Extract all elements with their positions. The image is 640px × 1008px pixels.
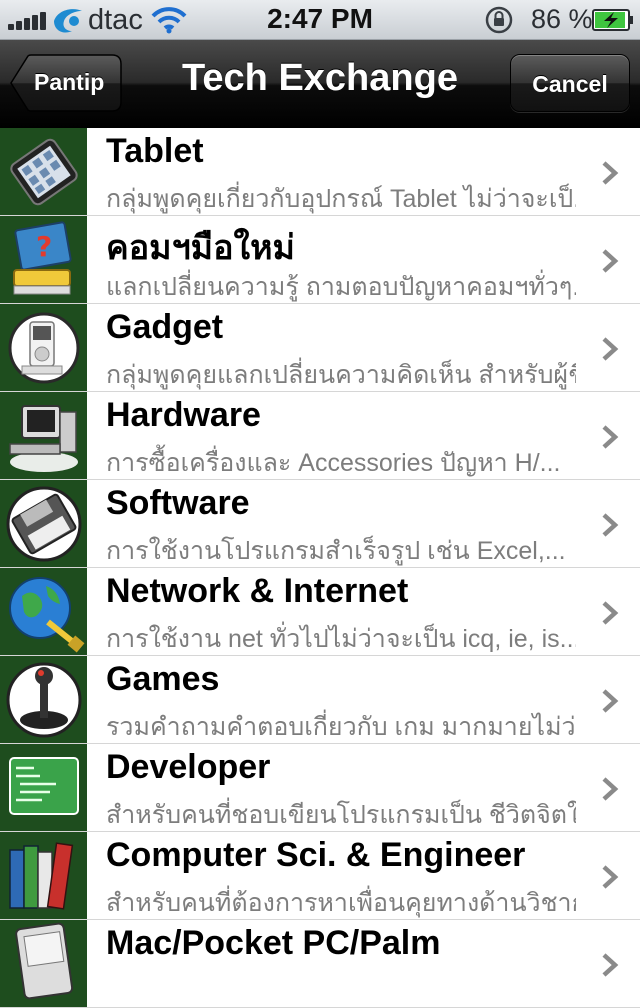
desktop-computer-icon [0,392,87,479]
item-subtitle: การใช้งาน net ทั่วไปไม่ว่าจะเป็น icq, ie… [106,625,576,653]
category-list: Tablet กลุ่มพูดคุยเกี่ยวกับอุปกรณ์ Table… [0,128,640,1008]
list-item-games[interactable]: Games รวมคำถามคำตอบเกี่ยวกับ เกม มากมายไ… [0,656,640,744]
chevron-right-icon [602,337,619,361]
item-subtitle: สำหรับคนที่ต้องการหาเพื่อนคุยทางด้านวิชา… [106,889,576,917]
chevron-right-icon [602,953,619,977]
chevron-right-icon [602,865,619,889]
item-title: Games [106,660,220,698]
pda-icon [0,920,87,1007]
chevron-right-icon [602,601,619,625]
battery-charging-icon [592,9,633,31]
chevron-right-icon [602,513,619,537]
back-button[interactable]: Pantip [10,54,122,112]
list-item-computer-sci-engineer[interactable]: Computer Sci. & Engineer สำหรับคนที่ต้อง… [0,832,640,920]
rotation-lock-icon [485,6,513,34]
item-subtitle: การซื้อเครื่องและ Accessories ปัญหา H/..… [106,449,561,477]
help-computer-icon: ? [0,216,87,303]
item-subtitle: การใช้งานโปรแกรมสำเร็จรูป เช่น Excel,... [106,537,566,565]
item-subtitle: กลุ่มพูดคุยเกี่ยวกับอุปกรณ์ Tablet ไม่ว่… [106,185,576,213]
item-title: Software [106,484,250,522]
item-title: Mac/Pocket PC/Palm [106,924,441,962]
status-bar: dtac 2:47 PM 86 % [0,0,640,40]
item-subtitle: สำหรับคนที่ชอบเขียนโปรแกรมเป็น ชีวิตจิตใ… [106,801,576,829]
chevron-right-icon [602,161,619,185]
item-title: Tablet [106,132,204,170]
cancel-button[interactable]: Cancel [510,54,630,112]
item-subtitle: แลกเปลี่ยนความรู้ ถามตอบปัญหาคอมฯทั่วๆ..… [106,273,576,301]
chevron-right-icon [602,689,619,713]
navigation-bar: Pantip Tech Exchange Cancel [0,40,640,128]
item-title: Gadget [106,308,224,346]
item-title: Computer Sci. & Engineer [106,836,526,874]
list-item-developer[interactable]: Developer สำหรับคนที่ชอบเขียนโปรแกรมเป็น… [0,744,640,832]
chevron-right-icon [602,249,619,273]
globe-cable-icon [0,568,87,655]
item-subtitle: รวมคำถามคำตอบเกี่ยวกับ เกม มากมายไม่ว่า.… [106,713,576,741]
item-title: คอมฯมือใหม่ [106,229,295,267]
books-icon [0,832,87,919]
tablet-icon [0,128,87,215]
chevron-right-icon [602,777,619,801]
svg-text:?: ? [36,230,52,263]
list-item-software[interactable]: Software การใช้งานโปรแกรมสำเร็จรูป เช่น … [0,480,640,568]
item-title: Network & Internet [106,572,409,610]
list-item-hardware[interactable]: Hardware การซื้อเครื่องและ Accessories ป… [0,392,640,480]
item-title: Hardware [106,396,261,434]
chevron-right-icon [602,425,619,449]
battery-percentage: 86 % [531,4,593,34]
back-button-label: Pantip [34,69,105,95]
page-title: Tech Exchange [182,57,458,99]
list-item-tablet[interactable]: Tablet กลุ่มพูดคุยเกี่ยวกับอุปกรณ์ Table… [0,128,640,216]
list-item-beginner-computer[interactable]: ? คอมฯมือใหม่ แลกเปลี่ยนความรู้ ถามตอบปั… [0,216,640,304]
list-item-network-internet[interactable]: Network & Internet การใช้งาน net ทั่วไปไ… [0,568,640,656]
list-item-mac-pocket-pc-palm[interactable]: Mac/Pocket PC/Palm [0,920,640,1008]
floppy-disk-icon [0,480,87,567]
item-title: Developer [106,748,271,786]
list-item-gadget[interactable]: Gadget กลุ่มพูดคุยแลกเปลี่ยนความคิดเห็น … [0,304,640,392]
ipod-icon [0,304,87,391]
code-screen-icon [0,744,87,831]
item-subtitle: กลุ่มพูดคุยแลกเปลี่ยนความคิดเห็น สำหรับผ… [106,361,576,389]
joystick-icon [0,656,87,743]
